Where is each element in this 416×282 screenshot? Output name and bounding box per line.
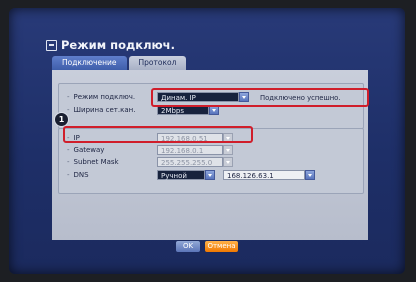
subnet-field: 255.255.255.0 — [157, 157, 223, 167]
ip-highlight — [63, 126, 253, 143]
gateway-spin-icon — [223, 145, 233, 155]
subnet-spin-icon — [223, 157, 233, 167]
tab-bar: Подключение Протокол — [52, 56, 187, 70]
cancel-button[interactable]: Отмена — [205, 241, 238, 252]
ok-button[interactable]: OK — [176, 241, 200, 252]
gateway-field: 192.168.0.1 — [157, 145, 223, 155]
dns-mode-select[interactable]: Ручной — [157, 170, 205, 180]
mode-label: Режим подключ. — [67, 93, 136, 101]
mode-highlight — [151, 88, 369, 107]
tab-protocol[interactable]: Протокол — [128, 56, 187, 70]
bandwidth-label: Ширина сет.кан. — [67, 106, 136, 114]
network-icon — [46, 39, 57, 51]
dns-field[interactable]: 168.126.63.1 — [223, 170, 305, 180]
dialog-title: Режим подключ. — [46, 38, 175, 52]
dns-label: DNS — [67, 171, 89, 179]
gateway-label: Gateway — [67, 146, 105, 154]
tab-connection[interactable]: Подключение — [52, 56, 127, 70]
subnet-label: Subnet Mask — [67, 158, 119, 166]
dialog-title-text: Режим подключ. — [61, 38, 175, 52]
callout-marker: 1 — [54, 112, 69, 127]
dns-mode-dropdown-icon[interactable] — [205, 170, 215, 180]
dns-spin-icon[interactable] — [305, 170, 315, 180]
